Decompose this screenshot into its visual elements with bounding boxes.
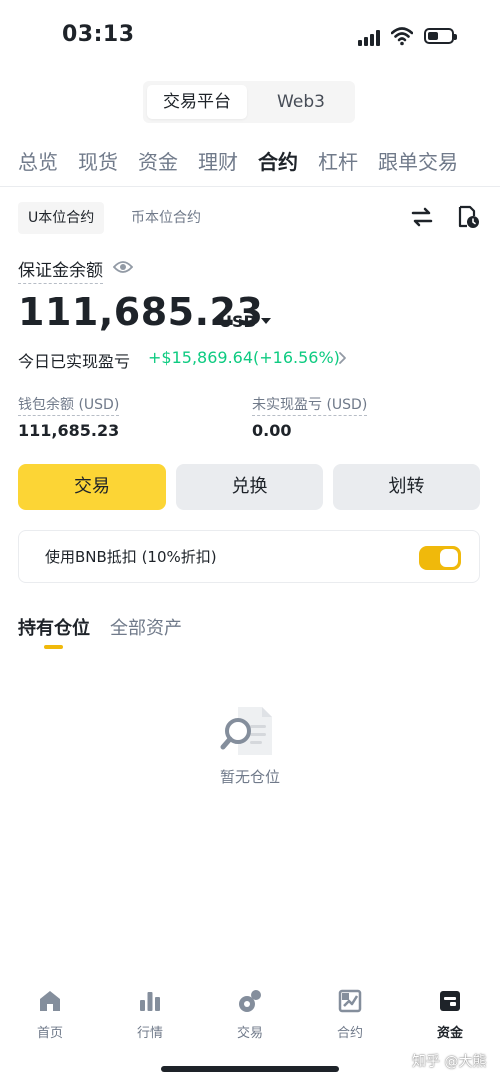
futures-icon <box>337 988 363 1014</box>
chevron-right-icon[interactable] <box>336 349 350 367</box>
cellular-signal-icon <box>358 30 382 46</box>
eye-icon[interactable] <box>112 259 134 275</box>
trade-icon <box>237 988 263 1014</box>
nav-trade[interactable]: 交易 <box>200 988 300 1041</box>
status-time: 03:13 <box>62 22 135 47</box>
platform-toggle: 交易平台 Web3 <box>143 81 355 123</box>
convert-button[interactable]: 兑换 <box>176 464 323 510</box>
home-icon <box>37 988 63 1014</box>
margin-balance-label[interactable]: 保证金余额 <box>18 256 103 284</box>
today-pnl-label: 今日已实现盈亏 <box>18 352 131 371</box>
tab-coinm-futures[interactable]: 币本位合约 <box>131 202 201 234</box>
bnb-discount-card: 使用BNB抵扣 (10%折扣) <box>18 530 480 583</box>
nav-trade-label: 交易 <box>236 1026 263 1041</box>
tab-copy-trading[interactable]: 跟单交易 <box>378 146 458 176</box>
home-indicator[interactable] <box>161 1066 339 1072</box>
nav-markets[interactable]: 行情 <box>100 988 200 1041</box>
tab-earn[interactable]: 理财 <box>198 146 238 176</box>
caret-down-icon[interactable] <box>261 318 271 324</box>
unrealized-pnl-value: 0.00 <box>252 421 292 440</box>
battery-icon <box>424 28 457 44</box>
tab-funding[interactable]: 资金 <box>138 146 178 176</box>
currency-selector[interactable]: USD <box>219 312 257 331</box>
tab-usdm-futures[interactable]: U本位合约 <box>18 202 105 234</box>
chart-bar-icon <box>137 988 163 1014</box>
tabs-divider <box>0 186 500 187</box>
bnb-discount-toggle[interactable] <box>419 546 461 570</box>
nav-futures[interactable]: 合约 <box>300 988 400 1041</box>
trade-button[interactable]: 交易 <box>18 464 166 510</box>
wallet-balance-value: 111,685.23 <box>18 421 120 440</box>
wallet-icon <box>437 988 463 1014</box>
transfer-arrows-icon[interactable] <box>410 205 434 229</box>
tab-spot[interactable]: 现货 <box>78 146 118 176</box>
tab-futures[interactable]: 合约 <box>258 146 298 176</box>
today-pnl-value[interactable]: +$15,869.64(+16.56%) <box>148 348 340 367</box>
watermark: 知乎 @大熊 <box>412 1054 487 1070</box>
history-record-icon[interactable] <box>456 205 480 229</box>
tab-overview[interactable]: 总览 <box>18 146 58 176</box>
active-tab-indicator <box>44 645 63 649</box>
tab-open-positions[interactable]: 持有仓位 <box>18 614 90 640</box>
nav-home[interactable]: 首页 <box>0 988 100 1041</box>
tab-web3[interactable]: Web3 <box>251 85 351 119</box>
wallet-balance-label[interactable]: 钱包余额 (USD) <box>18 394 120 416</box>
tab-all-assets[interactable]: 全部资产 <box>110 614 182 640</box>
wifi-icon <box>390 26 414 46</box>
empty-search-document-icon <box>220 705 276 759</box>
tab-exchange-platform[interactable]: 交易平台 <box>147 85 247 119</box>
nav-markets-label: 行情 <box>136 1026 163 1041</box>
nav-futures-label: 合约 <box>336 1026 363 1041</box>
nav-assets[interactable]: 资金 <box>400 988 500 1041</box>
transfer-button[interactable]: 划转 <box>333 464 480 510</box>
unrealized-pnl-label[interactable]: 未实现盈亏 (USD) <box>252 394 368 416</box>
nav-home-label: 首页 <box>36 1026 63 1041</box>
account-tabs: 总览 现货 资金 理财 合约 杠杆 跟单交易 <box>18 146 478 176</box>
tab-margin[interactable]: 杠杆 <box>318 146 358 176</box>
empty-state-text: 暂无仓位 <box>219 768 280 786</box>
bnb-discount-label: 使用BNB抵扣 (10%折扣) <box>45 548 217 566</box>
nav-assets-label: 资金 <box>436 1026 463 1041</box>
